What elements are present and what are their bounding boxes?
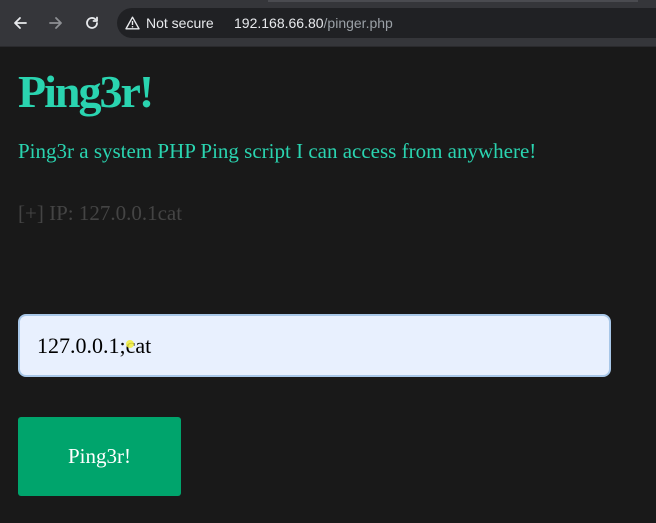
ping-result: [+] IP: 127.0.0.1cat (18, 201, 183, 225)
page-content: Ping3r! Ping3r a system PHP Ping script … (0, 47, 656, 523)
warning-triangle-icon (125, 16, 140, 30)
ping-submit-button[interactable]: Ping3r! (18, 417, 181, 496)
url-text[interactable]: 192.168.66.80/pinger.php (234, 8, 393, 38)
security-label: Not secure (146, 15, 214, 31)
back-button[interactable] (8, 11, 32, 35)
url-host: 192.168.66.80 (234, 15, 324, 31)
tab-strip-edge (268, 0, 638, 2)
page-subtitle: Ping3r a system PHP Ping script I can ac… (18, 139, 537, 163)
url-path: /pinger.php (323, 15, 393, 31)
security-indicator[interactable]: Not secure (125, 8, 214, 38)
address-bar[interactable]: Not secure 192.168.66.80/pinger.php (117, 8, 656, 38)
forward-button[interactable] (44, 11, 68, 35)
page-title: Ping3r! (18, 66, 154, 117)
reload-button[interactable] (80, 11, 104, 35)
reload-icon (86, 16, 98, 29)
ip-input[interactable] (18, 314, 611, 377)
arrow-right-icon (49, 17, 62, 29)
arrow-left-icon (14, 17, 27, 29)
browser-toolbar: Not secure 192.168.66.80/pinger.php (0, 0, 656, 47)
